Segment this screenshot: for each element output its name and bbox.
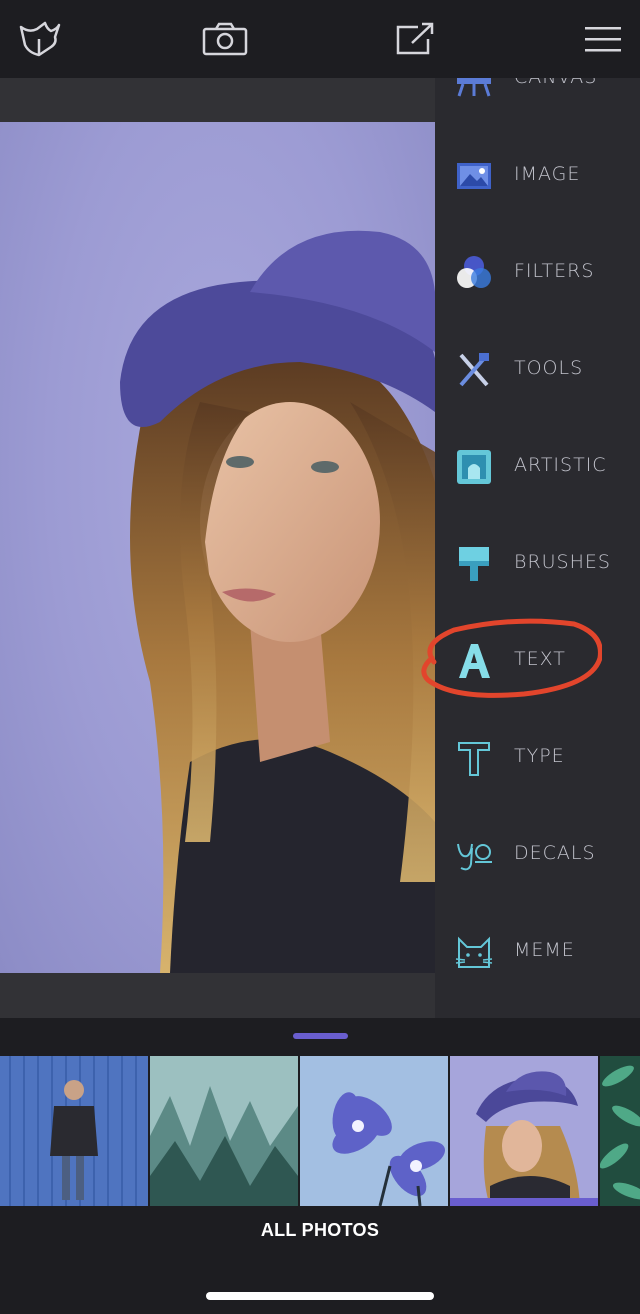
menu-item-filters[interactable]: FILTERS	[435, 224, 640, 321]
canvas-icon	[457, 78, 491, 97]
editor-area: CANVAS IMAGE FILTERS	[0, 78, 640, 1018]
decals-icon	[457, 843, 492, 871]
thumbnail-3[interactable]	[300, 1056, 448, 1206]
menu-item-decals[interactable]: DECALS	[435, 806, 640, 903]
filters-icon	[457, 256, 491, 288]
thumbnail-2[interactable]	[150, 1056, 298, 1206]
menu-item-image[interactable]: IMAGE	[435, 127, 640, 224]
logo-icon[interactable]	[14, 14, 64, 64]
camera-icon[interactable]	[200, 14, 250, 64]
tools-icon	[459, 353, 489, 387]
menu-label-image: IMAGE	[514, 163, 581, 185]
brush-icon	[459, 547, 489, 581]
main-photo[interactable]	[0, 122, 435, 973]
thumbnail-4-selected[interactable]	[450, 1056, 598, 1206]
menu-label-meme: MEME	[514, 939, 575, 961]
artistic-icon	[457, 450, 491, 484]
image-icon	[457, 163, 491, 189]
menu-label-type: TYPE	[514, 745, 565, 767]
menu-label-artistic: ARTISTIC	[514, 454, 607, 476]
drawer-handle[interactable]	[293, 1033, 348, 1039]
menu-item-meme[interactable]: MEME	[435, 903, 640, 1000]
hamburger-menu-icon[interactable]	[578, 14, 628, 64]
top-toolbar	[0, 0, 640, 78]
share-icon[interactable]	[390, 14, 440, 64]
menu-label-filters: FILTERS	[514, 260, 595, 282]
highlight-circle-annotation	[421, 618, 602, 698]
menu-label-canvas: CANVAS	[514, 78, 597, 88]
menu-label-tools: TOOLS	[514, 357, 584, 379]
photo-strip-panel: ALL PHOTOS	[0, 1018, 640, 1314]
thumbnail-5[interactable]	[600, 1056, 640, 1206]
menu-item-artistic[interactable]: ARTISTIC	[435, 418, 640, 515]
all-photos-button[interactable]: ALL PHOTOS	[0, 1220, 640, 1241]
thumbnail-row	[0, 1056, 640, 1206]
thumbnail-1[interactable]	[0, 1056, 148, 1206]
tool-menu: CANVAS IMAGE FILTERS	[435, 78, 640, 1018]
menu-item-brushes[interactable]: BRUSHES	[435, 515, 640, 612]
menu-label-decals: DECALS	[514, 842, 596, 864]
menu-item-tools[interactable]: TOOLS	[435, 321, 640, 418]
meme-cat-icon	[455, 936, 493, 968]
menu-item-canvas[interactable]: CANVAS	[435, 78, 640, 127]
type-icon	[458, 742, 490, 776]
menu-item-type[interactable]: TYPE	[435, 709, 640, 806]
home-indicator[interactable]	[206, 1292, 434, 1300]
menu-label-brushes: BRUSHES	[514, 551, 611, 573]
selected-indicator	[450, 1198, 598, 1206]
